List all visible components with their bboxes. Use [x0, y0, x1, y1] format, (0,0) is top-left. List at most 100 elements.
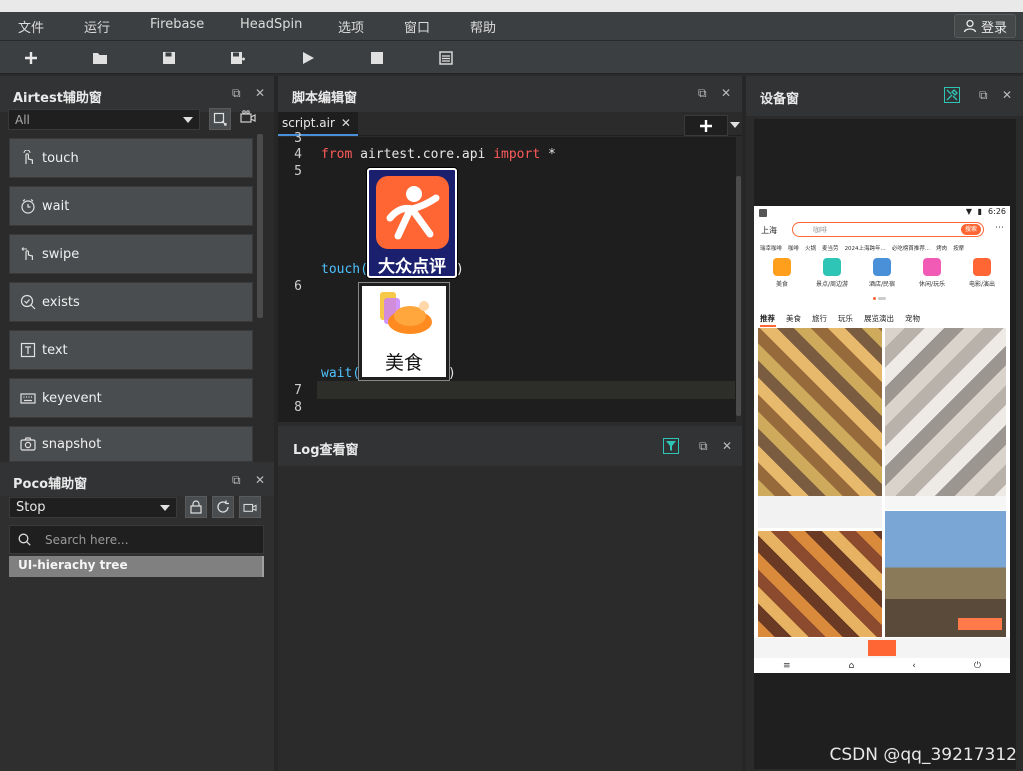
close-icon[interactable]: ✕	[255, 473, 265, 487]
refresh-button[interactable]	[212, 496, 234, 518]
menu-window[interactable]: 窗口	[404, 17, 430, 36]
phone-search-box[interactable]: 咖啡 搜索	[792, 222, 984, 237]
category-label: 休闲/玩乐	[918, 281, 946, 288]
poco-record-button[interactable]	[239, 496, 261, 518]
device-panel-header: 设备窗 ⧉ ✕	[746, 76, 1023, 116]
login-button[interactable]: 登录	[954, 14, 1016, 38]
api-filter-select[interactable]: All	[8, 109, 200, 130]
hot-tag[interactable]: 火锅	[805, 244, 816, 254]
menu-nav-icon[interactable]: ≡	[783, 661, 791, 671]
menu-firebase[interactable]: Firebase	[150, 17, 204, 32]
editor-scrollbar[interactable]	[736, 176, 741, 416]
hot-tag[interactable]: 咖啡	[788, 244, 799, 254]
record-button[interactable]	[240, 110, 256, 128]
hot-tag[interactable]: 按摩	[953, 244, 964, 254]
menu-run[interactable]: 运行	[84, 17, 110, 36]
category-item[interactable]: 美食	[758, 258, 806, 298]
feed-tab[interactable]: 美食	[786, 313, 801, 325]
api-touch-button[interactable]: touch	[9, 138, 253, 178]
api-label: snapshot	[42, 436, 102, 452]
home-nav-icon[interactable]: ⌂	[849, 661, 855, 671]
ui-tree-root[interactable]: UI-hierachy tree	[9, 556, 263, 577]
phone-search-button[interactable]: 搜索	[961, 224, 981, 235]
phone-screen[interactable]: 6:26 ▮ ▼ 上海 咖啡 搜索 ⋯ 瑞幸咖啡 咖啡 火锅 麦当劳 2024上海跨年.…	[754, 206, 1010, 673]
screenshot-select-button[interactable]	[209, 108, 231, 130]
current-line-highlight	[317, 381, 735, 399]
feed-card-badge	[958, 618, 1002, 630]
category-item[interactable]: 电影/演出	[958, 258, 1006, 298]
api-text-button[interactable]: text	[9, 330, 253, 370]
menu-help[interactable]: 帮助	[470, 17, 496, 36]
feed-card-image[interactable]	[758, 531, 882, 637]
open-button[interactable]	[89, 47, 111, 69]
run-button[interactable]	[297, 47, 319, 69]
tab-label: script.air	[282, 116, 335, 130]
hot-tag[interactable]: 烤肉	[936, 244, 947, 254]
float-icon[interactable]: ⧉	[232, 473, 241, 488]
close-icon[interactable]: ✕	[722, 439, 732, 453]
category-item[interactable]: 酒店/民宿	[858, 258, 906, 298]
api-keyevent-button[interactable]: keyevent	[9, 378, 253, 418]
category-label: 景点/周边游	[815, 281, 849, 288]
phone-bottom-tabbar	[754, 638, 1010, 658]
menu-file[interactable]: 文件	[18, 17, 44, 36]
float-icon[interactable]: ⧉	[698, 86, 707, 101]
feed-card-image[interactable]	[885, 328, 1006, 496]
hot-tag[interactable]: 瑞幸咖啡	[760, 244, 782, 254]
feed-card-image[interactable]	[758, 328, 882, 496]
camera-record-icon	[240, 110, 256, 123]
stop-button[interactable]	[366, 47, 388, 69]
close-tab-icon[interactable]: ✕	[341, 116, 351, 130]
poco-search-input[interactable]: Search here...	[9, 525, 264, 554]
category-item[interactable]: 景点/周边游	[808, 258, 856, 298]
api-exists-button[interactable]: exists	[9, 282, 253, 322]
feed-tab[interactable]: 玩乐	[838, 313, 853, 325]
hot-tag[interactable]: 必吃榜首推荐...	[892, 244, 930, 254]
api-wait-button[interactable]: wait	[9, 186, 253, 226]
code-line-touch: touch(	[321, 262, 368, 277]
float-icon[interactable]: ⧉	[232, 86, 241, 101]
menu-bar: 文件 运行 Firebase HeadSpin 选项 窗口 帮助 登录	[0, 12, 1023, 41]
api-snapshot-button[interactable]: snapshot	[9, 426, 253, 462]
menu-options[interactable]: 选项	[338, 17, 364, 36]
chevron-down-icon[interactable]	[730, 122, 740, 128]
feed-tab[interactable]: 宠物	[905, 313, 920, 325]
airtest-panel: Airtest辅助窗 ⧉ ✕ All touch wait swipe exis…	[0, 76, 274, 462]
category-item[interactable]: 休闲/玩乐	[908, 258, 956, 298]
log-filter-button[interactable]	[663, 438, 679, 454]
float-icon[interactable]: ⧉	[699, 439, 708, 454]
feed-tab[interactable]: 推荐	[760, 313, 775, 325]
menu-headspin[interactable]: HeadSpin	[240, 17, 302, 32]
hot-tag[interactable]: 2024上海跨年...	[845, 244, 886, 254]
close-icon[interactable]: ✕	[255, 86, 265, 100]
camera-icon	[20, 437, 36, 451]
poco-mode-select[interactable]: Stop	[9, 497, 177, 518]
api-swipe-button[interactable]: swipe	[9, 234, 253, 274]
device-tools-button[interactable]	[944, 87, 960, 103]
close-icon[interactable]: ✕	[1002, 88, 1012, 102]
close-paren: )	[456, 262, 464, 277]
save-button[interactable]	[158, 47, 180, 69]
home-tab-icon[interactable]	[868, 640, 896, 656]
feed-tab[interactable]: 展览演出	[864, 313, 894, 325]
back-nav-icon[interactable]: ‹	[912, 661, 916, 671]
api-list-scrollbar[interactable]	[257, 134, 263, 318]
template-image-food[interactable]: 美食	[358, 282, 450, 381]
feed-tab[interactable]: 旅行	[812, 313, 827, 325]
save-as-button[interactable]	[227, 47, 249, 69]
lock-button[interactable]	[185, 496, 207, 518]
stop-icon	[371, 52, 383, 64]
more-icon[interactable]: ⋯	[995, 223, 1004, 233]
close-icon[interactable]: ✕	[721, 86, 731, 100]
hot-tags-row: 瑞幸咖啡 咖啡 火锅 麦当劳 2024上海跨年... 必吃榜首推荐... 烤肉 按摩	[760, 244, 1006, 254]
editor-tab-bar: script.air ✕	[278, 112, 742, 136]
new-tab-button[interactable]	[684, 115, 728, 136]
new-script-button[interactable]	[20, 47, 42, 69]
template-image-dianping[interactable]: 大众点评	[367, 168, 457, 278]
power-nav-icon[interactable]: ⏻	[974, 661, 981, 671]
city-selector[interactable]: 上海	[761, 225, 777, 236]
code-area[interactable]: 3 4 5 6 7 8 from airtest.core.api import…	[278, 131, 736, 422]
float-icon[interactable]: ⧉	[979, 88, 988, 103]
hot-tag[interactable]: 麦当劳	[822, 244, 839, 254]
report-button[interactable]	[435, 47, 457, 69]
